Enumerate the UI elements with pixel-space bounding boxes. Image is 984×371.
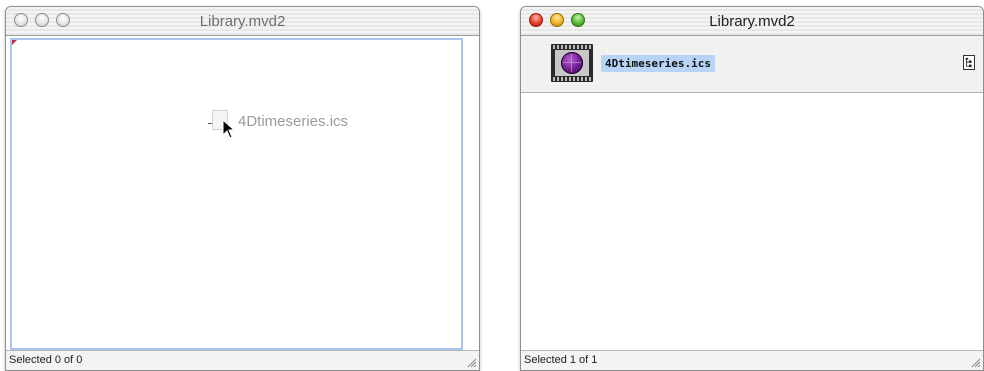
movie-thumbnail-icon: [551, 44, 593, 82]
status-text: Selected 0 of 0: [9, 354, 83, 366]
window-title: Library.mvd2: [199, 13, 286, 30]
mouse-cursor-icon: [222, 119, 236, 139]
dragged-file-label: 4Dtimeseries.ics: [238, 113, 349, 130]
hierarchy-icon[interactable]: [963, 55, 975, 70]
library-list[interactable]: [521, 93, 983, 350]
file-name[interactable]: 4Dtimeseries.ics: [601, 55, 715, 72]
status-bar: Selected 0 of 0: [6, 350, 479, 370]
library-drop-area[interactable]: 4Dtimeseries.ics: [10, 38, 463, 350]
list-item[interactable]: 4Dtimeseries.ics: [521, 36, 983, 93]
title-bar[interactable]: Library.mvd2: [521, 7, 983, 36]
resize-grip-icon[interactable]: [969, 356, 981, 368]
resize-grip-icon[interactable]: [465, 356, 477, 368]
window-title: Library.mvd2: [709, 13, 795, 30]
title-bar[interactable]: Library.mvd2: [6, 7, 479, 36]
corner-marker: [12, 40, 17, 45]
status-text: Selected 1 of 1: [524, 354, 598, 366]
library-window-inactive[interactable]: Library.mvd2 4Dtimeseries.ics Selected 0…: [5, 6, 480, 371]
status-bar: Selected 1 of 1: [521, 350, 983, 370]
library-window-active[interactable]: Library.mvd2 4Dtimeseries.ics Selected 1…: [520, 6, 984, 371]
